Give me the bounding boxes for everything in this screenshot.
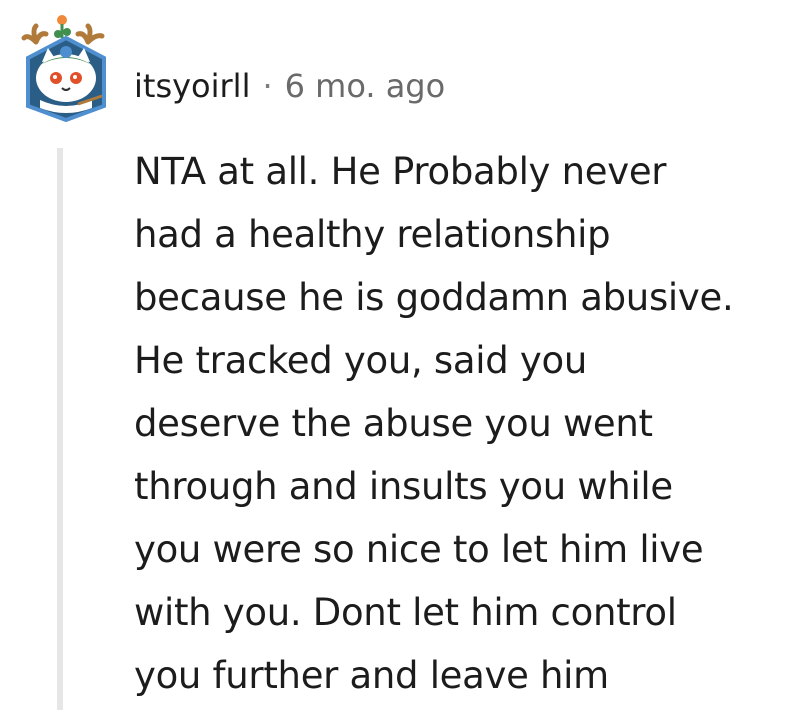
comment: itsyoirll · 6 mo. ago NTA at all. He Pro… [0, 0, 791, 710]
comment-timestamp[interactable]: 6 mo. ago [285, 67, 446, 105]
thread-collapse-line[interactable] [57, 148, 63, 710]
comment-body-line: with you. Dont let him control [134, 591, 677, 634]
comment-body-line: you were so nice to let him live [134, 528, 704, 571]
comment-meta: itsyoirll · 6 mo. ago [134, 66, 445, 106]
snow-cat-avatar-icon [21, 15, 106, 123]
comment-body-line: you further and leave him [134, 654, 609, 697]
username-link[interactable]: itsyoirll [134, 67, 250, 105]
comment-body-line: because he is goddamn abusive. [134, 276, 734, 319]
comment-body-line: had a healthy relationship [134, 213, 611, 256]
comment-body-line: NTA at all. He Probably never [134, 150, 667, 193]
user-avatar[interactable] [18, 12, 114, 123]
comment-body-line: He tracked you, said you [134, 339, 587, 382]
comment-body-line: through and insults you while [134, 465, 673, 508]
comment-body: NTA at all. He Probably never had a heal… [134, 140, 784, 707]
comment-body-line: deserve the abuse you went [134, 402, 653, 445]
meta-separator: · [262, 67, 273, 105]
